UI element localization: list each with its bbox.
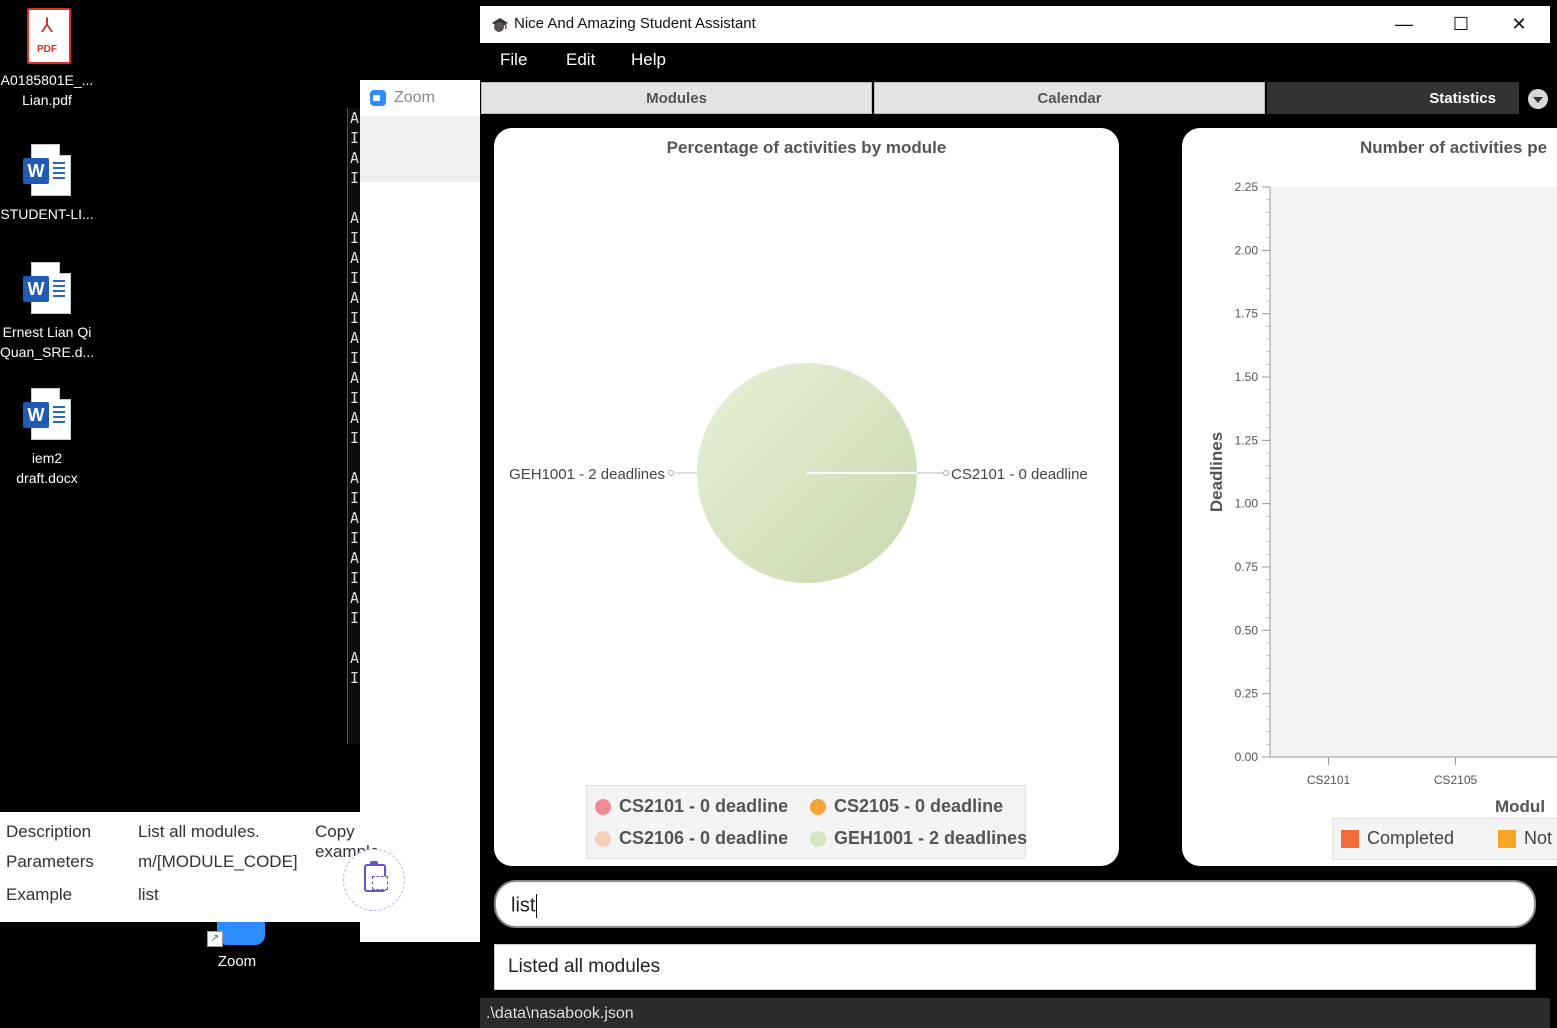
plot-area [1270, 187, 1557, 757]
tab-calendar[interactable]: Calendar [874, 82, 1265, 114]
legend-swatch [810, 830, 826, 847]
label-leader-dot [943, 470, 949, 476]
bar-chart-card: Number of activities pe 0.00 0.25 0.50 0.75… [1182, 128, 1557, 866]
parameters-label: Parameters [6, 852, 94, 871]
desktop-icon-label: A0185801E_... [0, 72, 94, 88]
word-file-icon: W [23, 260, 71, 316]
menu-file[interactable]: File [500, 50, 527, 70]
legend-label: GEH1001 - 2 deadlines [834, 828, 1028, 848]
bar-chart: 0.00 0.25 0.50 0.75 1.00 1.25 1.50 1.75 2.00 2.25… [1207, 180, 1557, 816]
desktop-icon-label: Zoom [217, 953, 257, 970]
zoom-icon [370, 90, 386, 106]
legend-item: CS2101 - 0 deadline [595, 796, 788, 817]
chart-legend: CS2101 - 0 deadline CS2105 - 0 deadline CS… [586, 785, 1027, 859]
legend-label: CS2105 - 0 deadline [834, 796, 1004, 816]
parameters-value: m/[MODULE_CODE] [138, 852, 298, 871]
minimize-button[interactable]: — [1375, 6, 1433, 43]
y-tick-label: 1.00 [1235, 497, 1259, 511]
description-value: List all modules. [138, 822, 260, 841]
example-value: list [138, 885, 159, 904]
y-tick-label: 0.00 [1235, 750, 1259, 764]
legend-label: CS2106 - 0 deadline [619, 828, 789, 848]
chart-legend: Completed Not [1332, 818, 1557, 860]
desktop-icon-label: draft.docx [16, 470, 78, 486]
y-tick-label: 1.25 [1235, 433, 1259, 447]
desktop-icon-label: Quan_SRE.d... [0, 344, 95, 360]
copy-example-button[interactable] [343, 849, 405, 911]
pie-slice-label: GEH1001 - 2 deadlines [509, 466, 665, 483]
zoom-window[interactable]: Zoom [360, 80, 484, 942]
x-tick-label: CS2101 [1307, 773, 1351, 787]
y-tick-label: 2.00 [1235, 243, 1259, 257]
y-tick-label: 1.50 [1235, 370, 1259, 384]
legend-label: Completed [1367, 828, 1455, 848]
legend-item: GEH1001 - 2 deadlines [810, 828, 1027, 849]
shortcut-arrow-icon: ↗ [207, 931, 223, 947]
legend-swatch [1341, 829, 1359, 848]
menu-edit[interactable]: Edit [566, 50, 595, 70]
pie-chart-card: Percentage of activities by module GEH10… [494, 128, 1119, 866]
pie-slice-label: CS2101 - 0 deadline [951, 466, 1088, 483]
example-label: Example [6, 885, 73, 904]
tab-bar: Modules Calendar Statistics [480, 79, 1550, 116]
maximize-button[interactable]: ☐ [1432, 6, 1490, 43]
desktop-icon-label: Ernest Lian Qi [2, 324, 92, 340]
tab-modules[interactable]: Modules [481, 82, 872, 114]
title-bar[interactable]: Nice And Amazing Student Assistant — ☐ ✕ [480, 6, 1550, 43]
legend-item: Completed [1341, 828, 1454, 849]
word-file-icon: W [23, 386, 71, 442]
command-input-text: list [511, 894, 536, 917]
legend-swatch [595, 830, 611, 847]
zoom-window-title: Zoom [394, 89, 435, 106]
legend-item: CS2106 - 0 deadline [595, 828, 788, 849]
result-display: Listed all modules [494, 944, 1536, 990]
save-location: .\data\nasabook.json [486, 1005, 634, 1022]
desktop-icon-docx[interactable]: W Ernest Lian Qi Quan_SRE.d... [0, 260, 94, 362]
app-window: Nice And Amazing Student Assistant — ☐ ✕… [480, 6, 1557, 1028]
description-label: Description [6, 822, 92, 841]
legend-item: Not [1498, 828, 1552, 849]
pie-chart: GEH1001 - 2 deadlines CS2101 - 0 deadline [509, 363, 1088, 583]
tab-statistics[interactable]: Statistics [1267, 82, 1519, 114]
x-axis-label: Modul [1495, 797, 1545, 816]
pdf-file-icon: ⅄ PDF [23, 8, 71, 64]
result-text: Listed all modules [508, 956, 661, 977]
legend-swatch [595, 798, 611, 815]
y-tick-label: 0.75 [1235, 560, 1259, 574]
status-bar: .\data\nasabook.json [480, 998, 1550, 1028]
y-axis-label: Deadlines [1207, 432, 1226, 512]
app-logo-icon [492, 18, 508, 32]
legend-item: CS2105 - 0 deadline [810, 796, 1003, 817]
legend-swatch [810, 798, 826, 815]
statistics-panel: Percentage of activities by module GEH10… [480, 116, 1557, 872]
legend-label: CS2101 - 0 deadline [619, 796, 789, 816]
command-help-popup: Description List all modules. Copy examp… [0, 812, 379, 922]
close-button[interactable]: ✕ [1490, 6, 1548, 43]
x-tick-label: CS2105 [1434, 773, 1478, 787]
tab-overflow-dropdown-icon[interactable] [1528, 89, 1548, 109]
desktop-icon-docx[interactable]: W STUDENT-LI... [0, 142, 94, 224]
y-tick-label: 2.25 [1235, 180, 1259, 194]
y-tick-label: 0.25 [1235, 687, 1259, 701]
zoom-window-panel [360, 116, 484, 182]
legend-label: Not [1524, 828, 1553, 848]
desktop-icon-docx[interactable]: W iem2 draft.docx [0, 386, 94, 488]
desktop-icon-label: Lian.pdf [22, 92, 72, 108]
zoom-window-titlebar[interactable]: Zoom [360, 80, 484, 116]
command-input[interactable]: list [494, 880, 1536, 928]
y-tick-label: 0.50 [1235, 623, 1259, 637]
menu-bar: File Edit Help [480, 43, 1550, 79]
clipboard-icon [364, 861, 388, 892]
y-tick-label: 1.75 [1235, 307, 1259, 321]
desktop-icon-pdf[interactable]: ⅄ PDF A0185801E_... Lian.pdf [0, 8, 94, 110]
desktop-icon-label: STUDENT-LI... [0, 206, 94, 222]
desktop-icon-label: iem2 [31, 450, 63, 466]
word-file-icon: W [23, 142, 71, 198]
label-leader-dot [668, 470, 674, 476]
window-title: Nice And Amazing Student Assistant [514, 15, 756, 32]
menu-help[interactable]: Help [631, 50, 666, 70]
legend-swatch [1498, 829, 1516, 848]
